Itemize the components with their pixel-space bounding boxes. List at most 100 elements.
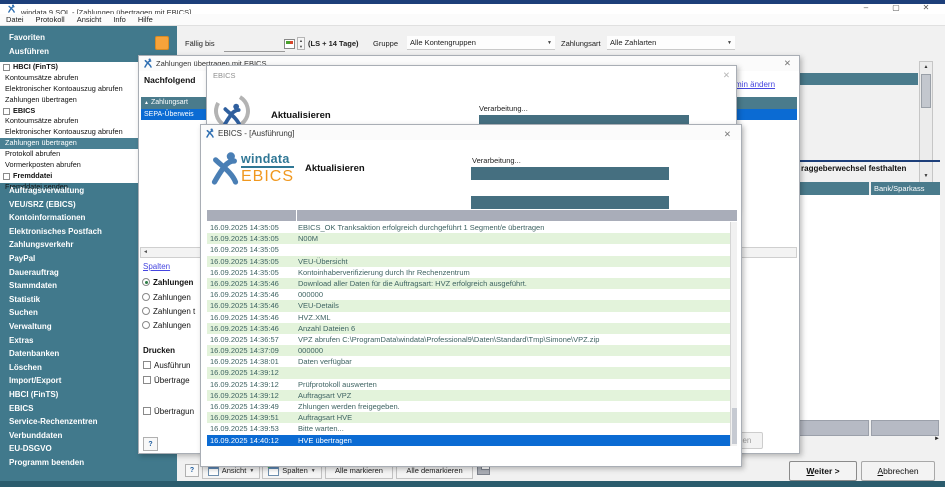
menu-ansicht[interactable]: Ansicht	[77, 15, 102, 24]
sidebar-tree-label: Zahlungen übertragen	[5, 95, 77, 106]
log-row[interactable]: 16.09.2025 14:35:05	[207, 244, 730, 255]
log-row[interactable]: 16.09.2025 14:37:09000000	[207, 345, 730, 356]
log-row[interactable]: 16.09.2025 14:38:01Daten verfügbar	[207, 356, 730, 367]
log-time-column-header[interactable]	[207, 210, 296, 221]
log-message: VPZ abrufen C:\ProgramData\windata\Profe…	[298, 334, 730, 345]
log-scrollbar[interactable]	[730, 222, 737, 446]
log-timestamp: 16.09.2025 14:39:12	[207, 367, 298, 378]
radio-label-3: Zahlungen t	[153, 307, 199, 316]
window-titlebar: windata 9 SQL - [Zahlungen übertragen mi…	[0, 4, 945, 14]
checkbox-ausfuehrung[interactable]	[143, 361, 151, 369]
bank-sparkasse-header: Bank/Sparkass	[871, 182, 940, 195]
log-row[interactable]: 16.09.2025 14:35:46Download aller Daten …	[207, 278, 730, 289]
faellig-bis-input[interactable]	[224, 38, 285, 52]
log-message	[298, 367, 730, 378]
main-vertical-scrollbar[interactable]	[919, 61, 933, 183]
log-message: Anzahl Dateien 6	[298, 323, 730, 334]
tree-expand-icon[interactable]	[3, 173, 10, 180]
log-row[interactable]: 16.09.2025 14:35:05VEU-Übersicht	[207, 256, 730, 267]
log-row[interactable]: 16.09.2025 14:35:46000000	[207, 289, 730, 300]
scrollbar-thumb[interactable]	[732, 408, 737, 444]
log-timestamp: 16.09.2025 14:35:46	[207, 289, 298, 300]
sidebar-item-favoriten[interactable]: Favoriten	[0, 31, 177, 45]
tree-expand-icon[interactable]	[3, 64, 10, 71]
sidebar-tree-label: Elektronischer Kontoauszug abrufen	[5, 127, 123, 138]
radio-zahlungen-3[interactable]	[142, 307, 150, 315]
help-button[interactable]: ?	[185, 464, 199, 477]
verarbeitung-label: Verarbeitung...	[472, 156, 521, 165]
log-row[interactable]: 16.09.2025 14:35:46VEU-Details	[207, 300, 730, 311]
radio-zahlungen-1[interactable]	[142, 278, 150, 286]
dialog1-help-button[interactable]: ?	[143, 437, 158, 451]
menu-datei[interactable]: Datei	[6, 15, 24, 24]
alle-markieren-label: Alle markieren	[335, 466, 383, 475]
scroll-right-icon[interactable]	[934, 436, 940, 442]
auftraggeberwechsel-label: raggeberwechsel festhalten	[801, 164, 906, 173]
weiter-button[interactable]: Weiter >	[789, 461, 857, 481]
menu-info[interactable]: Info	[113, 15, 126, 24]
termin-aendern-link[interactable]: min ändern	[735, 80, 775, 89]
log-row[interactable]: 16.09.2025 14:35:05EBICS_OK Tranksaktion…	[207, 222, 730, 233]
printer-icon[interactable]	[477, 466, 490, 475]
close-icon[interactable]	[724, 129, 731, 139]
log-message-column-header[interactable]	[297, 210, 737, 221]
favorites-orange-icon[interactable]	[155, 36, 169, 50]
log-row[interactable]: 16.09.2025 14:36:57VPZ abrufen C:\Progra…	[207, 334, 730, 345]
log-row[interactable]: 16.09.2025 14:39:12Auftragsart VPZ	[207, 390, 730, 401]
kontengruppen-select[interactable]: Alle Kontengruppen	[407, 36, 555, 50]
log-message: 000000	[298, 345, 730, 356]
maximize-icon[interactable]	[888, 3, 904, 13]
scroll-up-icon[interactable]	[920, 62, 932, 73]
dialog3-titlebar: EBICS - [Ausführung]	[201, 125, 741, 140]
log-row[interactable]: 16.09.2025 14:39:53Bitte warten...	[207, 423, 730, 434]
log-timestamp: 16.09.2025 14:36:57	[207, 334, 298, 345]
log-timestamp: 16.09.2025 14:39:53	[207, 423, 298, 434]
abbrechen-label: Abbrechen	[877, 466, 918, 476]
scrollbar-thumb[interactable]	[921, 74, 931, 108]
logo-windata-text: windata	[241, 153, 294, 168]
abbrechen-button[interactable]: Abbrechen	[861, 461, 935, 481]
log-timestamp: 16.09.2025 14:38:01	[207, 356, 298, 367]
close-icon[interactable]	[918, 3, 934, 13]
dialog2-title: EBICS	[213, 71, 236, 80]
faellig-bis-label: Fällig bis	[185, 39, 215, 48]
sepa-row-label: SEPA-Überweis	[144, 111, 194, 118]
tree-expand-icon[interactable]	[3, 108, 10, 115]
date-stepper[interactable]: ▲▼	[297, 37, 305, 50]
minimize-icon[interactable]	[858, 3, 874, 13]
menu-protokoll[interactable]: Protokoll	[36, 15, 65, 24]
log-row[interactable]: 16.09.2025 14:39:51Auftragsart HVE	[207, 412, 730, 423]
scroll-down-icon[interactable]	[920, 171, 932, 182]
log-row[interactable]: 16.09.2025 14:40:12HVE übertragen	[207, 435, 730, 446]
checkbox-uebertragung[interactable]	[143, 376, 151, 384]
log-row[interactable]: 16.09.2025 14:35:46HVZ.XML	[207, 312, 730, 323]
log-message: Auftragsart VPZ	[298, 390, 730, 401]
spalten-link[interactable]: Spalten	[143, 262, 170, 271]
close-icon[interactable]	[723, 70, 730, 80]
log-row[interactable]: 16.09.2025 14:39:49Zhlungen werden freig…	[207, 401, 730, 412]
ls-tage-label: (LS + 14 Tage)	[308, 39, 359, 48]
close-icon[interactable]	[784, 58, 791, 68]
sidebar-tree-label: Fremddatei	[13, 171, 52, 182]
radio-zahlungen-2[interactable]	[142, 293, 150, 301]
checkbox-uebertragungsprotokoll[interactable]	[143, 407, 151, 415]
sidebar-tree-label: Elektronischer Kontoauszug abrufen	[5, 84, 123, 95]
verarbeitung-label: Verarbeitung...	[479, 104, 528, 113]
footer-header-cell	[795, 420, 869, 436]
log-row[interactable]: 16.09.2025 14:35:05Kontoinhaberverifizie…	[207, 267, 730, 278]
menu-hilfe[interactable]: Hilfe	[138, 15, 153, 24]
log-row[interactable]: 16.09.2025 14:39:12	[207, 367, 730, 378]
log-message	[298, 244, 730, 255]
kontengruppen-value: Alle Kontengruppen	[410, 38, 476, 47]
log-timestamp: 16.09.2025 14:40:12	[207, 435, 298, 446]
sidebar-item-programm-beenden[interactable]: Programm beenden	[0, 456, 177, 470]
zahlungsart-header-label: Zahlungsart	[151, 99, 188, 106]
log-row[interactable]: 16.09.2025 14:35:46Anzahl Dateien 6	[207, 323, 730, 334]
radio-zahlungen-4[interactable]	[142, 321, 150, 329]
log-timestamp: 16.09.2025 14:39:12	[207, 379, 298, 390]
log-row[interactable]: 16.09.2025 14:35:05N00M	[207, 233, 730, 244]
zahlarten-select[interactable]: Alle Zahlarten	[607, 36, 735, 50]
log-row[interactable]: 16.09.2025 14:39:12Prüfprotokoll auswert…	[207, 379, 730, 390]
log-message: 000000	[298, 289, 730, 300]
calendar-icon[interactable]	[284, 39, 295, 49]
